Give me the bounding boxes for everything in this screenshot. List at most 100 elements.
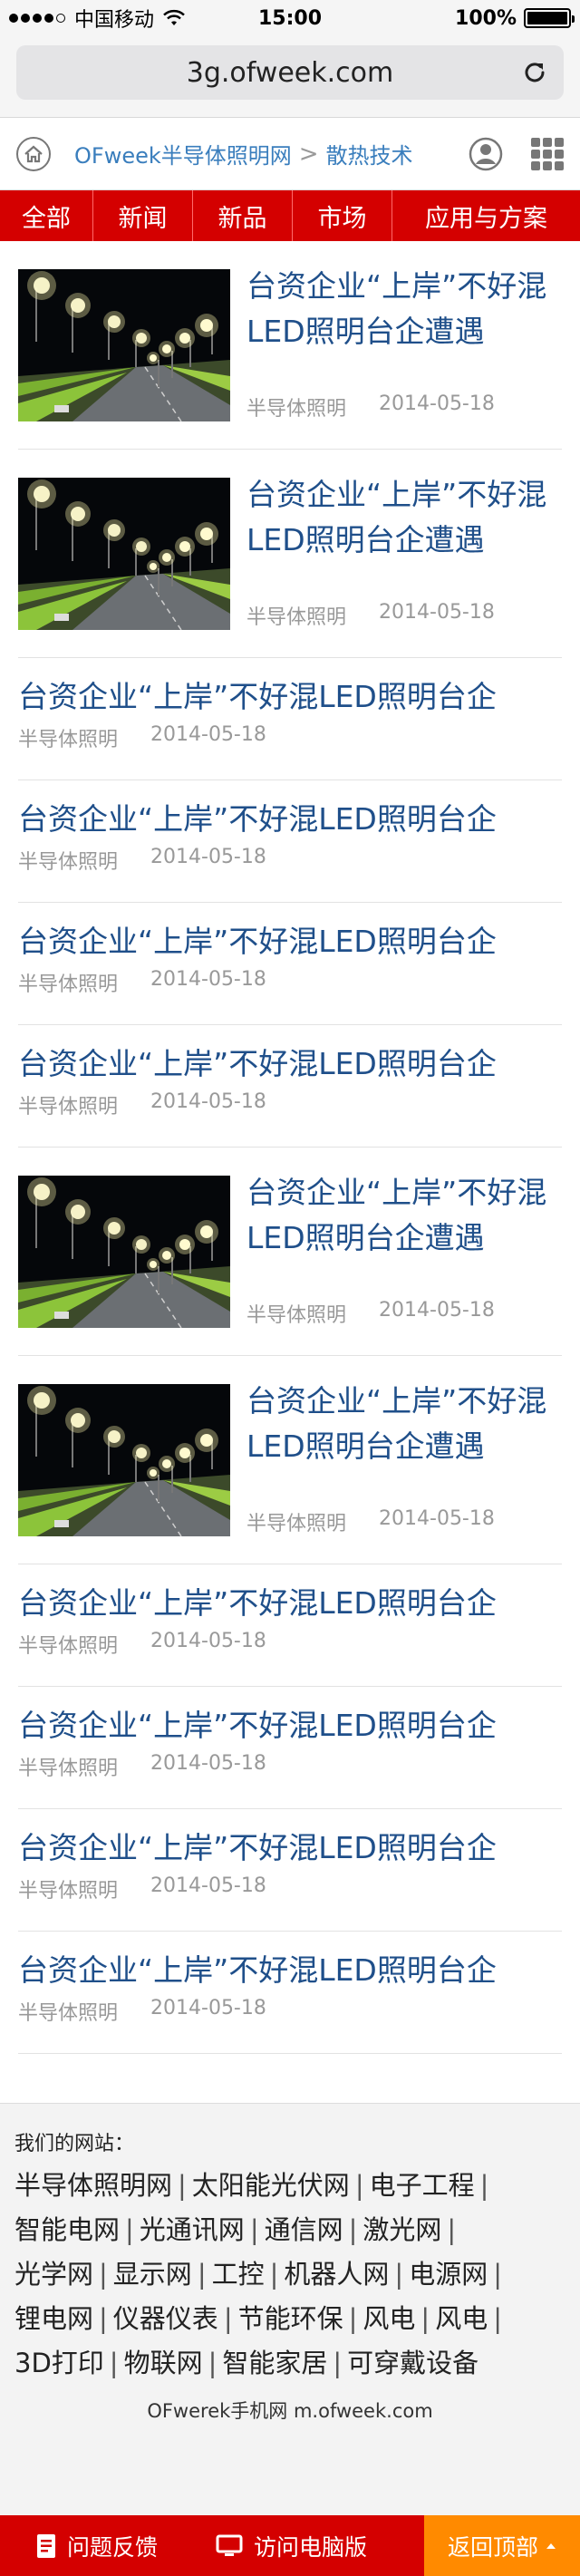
footer-site-link[interactable]: 智能电网 [14, 2214, 120, 2245]
article-category: 半导体照明 [18, 851, 119, 874]
footer-site-link[interactable]: 半导体照明网 [14, 2170, 172, 2201]
list-item[interactable]: 台资企业“上岸”不好混LED照明台企 半导体照明 2014-05-18 [18, 1932, 562, 2054]
article-title[interactable]: 台资企业“上岸”不好混LED照明台企 [18, 1948, 562, 1993]
reload-icon[interactable] [520, 58, 549, 87]
list-item[interactable]: 台资企业“上岸”不好混LED照明台企遭遇 半导体照明 2014-05-18 [18, 241, 562, 450]
article-date: 2014-05-18 [150, 1630, 266, 1652]
breadcrumb-separator: > [298, 140, 319, 168]
footer-site-link[interactable]: 智能家居 [222, 2348, 327, 2378]
list-item[interactable]: 台资企业“上岸”不好混LED照明台企 半导体照明 2014-05-18 [18, 780, 562, 903]
article-thumbnail[interactable] [18, 1383, 230, 1536]
site-header: OFweek半导体照明网 > 散热技术 [0, 118, 580, 190]
article-thumbnail[interactable] [18, 268, 230, 421]
footer-site-link[interactable]: 锂电网 [14, 2303, 93, 2334]
article-thumbnail[interactable] [18, 1175, 230, 1328]
article-date: 2014-05-18 [150, 1997, 266, 2019]
footer-site-link[interactable]: 可穿戴设备 [347, 2348, 478, 2378]
article-title[interactable]: 台资企业“上岸”不好混LED照明台企 [18, 1825, 562, 1871]
back-to-top-button[interactable]: 返回顶部 [424, 2515, 580, 2576]
article-date: 2014-05-18 [379, 1298, 495, 1322]
footer-divider: | [493, 2303, 502, 2334]
footer-site-link[interactable]: 物联网 [124, 2348, 203, 2378]
url-text: 3g.ofweek.com [186, 56, 394, 89]
tab-new-products[interactable]: 新品 [193, 190, 293, 241]
footer-site-link[interactable]: 仪器仪表 [113, 2303, 218, 2334]
article-date: 2014-05-18 [150, 846, 266, 868]
tab-market[interactable]: 市场 [293, 190, 392, 241]
article-title[interactable]: 台资企业“上岸”不好混LED照明台企 [18, 1041, 562, 1087]
footer-divider: | [99, 2303, 108, 2334]
article-date: 2014-05-18 [150, 723, 266, 746]
list-item[interactable]: 台资企业“上岸”不好混LED照明台企遭遇 半导体照明 2014-05-18 [18, 450, 562, 658]
article-date: 2014-05-18 [150, 1752, 266, 1775]
tab-applications[interactable]: 应用与方案 [392, 190, 580, 241]
list-item[interactable]: 台资企业“上岸”不好混LED照明台企遭遇 半导体照明 2014-05-18 [18, 1356, 562, 1564]
footer-divider: | [354, 2170, 364, 2201]
footer-site-link[interactable]: 节能环保 [238, 2303, 343, 2334]
article-title[interactable]: 台资企业“上岸”不好混LED照明台企遭遇 [246, 472, 562, 563]
footer-site-link[interactable]: 电源网 [409, 2259, 488, 2290]
tab-news[interactable]: 新闻 [93, 190, 193, 241]
desktop-version-button[interactable]: 访问电脑版 [158, 2515, 367, 2576]
footer: 我们的网站： 半导体照明网 | 太阳能光伏网 | 电子工程 | 智能电网 | 光通讯网 | 通信网 |… [0, 2103, 580, 2515]
list-item[interactable]: 台资企业“上岸”不好混LED照明台企 半导体照明 2014-05-18 [18, 903, 562, 1025]
menu-grid-icon[interactable] [531, 137, 564, 170]
footer-divider: | [493, 2259, 502, 2290]
user-icon[interactable] [468, 136, 504, 172]
article-date: 2014-05-18 [379, 392, 495, 415]
article-title[interactable]: 台资企业“上岸”不好混LED照明台企 [18, 1581, 562, 1626]
footer-site-link[interactable]: 电子工程 [370, 2170, 475, 2201]
footer-site-link[interactable]: 太阳能光伏网 [192, 2170, 350, 2201]
footer-divider: | [223, 2303, 233, 2334]
article-title[interactable]: 台资企业“上岸”不好混LED照明台企遭遇 [246, 1379, 562, 1469]
list-item[interactable]: 台资企业“上岸”不好混LED照明台企遭遇 半导体照明 2014-05-18 [18, 1148, 562, 1356]
article-category: 半导体照明 [246, 1303, 347, 1327]
list-item[interactable]: 台资企业“上岸”不好混LED照明台企 半导体照明 2014-05-18 [18, 1687, 562, 1809]
footer-site-link[interactable]: 机器人网 [284, 2259, 389, 2290]
footer-divider: | [109, 2348, 119, 2378]
breadcrumb-site[interactable]: OFweek半导体照明网 [74, 138, 292, 169]
footer-divider: | [394, 2259, 404, 2290]
footer-site-link[interactable]: 显示网 [113, 2259, 192, 2290]
footer-site-link[interactable]: 光通讯网 [140, 2214, 245, 2245]
list-item[interactable]: 台资企业“上岸”不好混LED照明台企 半导体照明 2014-05-18 [18, 658, 562, 780]
article-thumbnail[interactable] [18, 477, 230, 630]
footer-site-link[interactable]: 光学网 [14, 2259, 93, 2290]
footer-divider: | [99, 2259, 108, 2290]
footer-divider: | [333, 2348, 343, 2378]
article-title[interactable]: 台资企业“上岸”不好混LED照明台企 [18, 919, 562, 964]
mobile-site-text[interactable]: OFwerek手机网 m.ofweek.com [14, 2397, 566, 2424]
footer-divider: | [197, 2259, 207, 2290]
footer-site-link[interactable]: 通信网 [265, 2214, 343, 2245]
footer-divider: | [479, 2170, 489, 2201]
article-category: 半导体照明 [18, 1096, 119, 1119]
document-icon [37, 2533, 55, 2558]
footer-site-link[interactable]: 风电 [362, 2303, 415, 2334]
article-title[interactable]: 台资企业“上岸”不好混LED照明台企遭遇 [246, 1170, 562, 1261]
feedback-button[interactable]: 问题反馈 [0, 2515, 158, 2576]
list-item[interactable]: 台资企业“上岸”不好混LED照明台企 半导体照明 2014-05-18 [18, 1809, 562, 1932]
footer-site-link[interactable]: 激光网 [362, 2214, 441, 2245]
footer-site-link[interactable]: 风电 [435, 2303, 488, 2334]
caret-up-icon [546, 2542, 556, 2549]
list-item[interactable]: 台资企业“上岸”不好混LED照明台企 半导体照明 2014-05-18 [18, 1025, 562, 1148]
article-title[interactable]: 台资企业“上岸”不好混LED照明台企 [18, 674, 562, 720]
tab-all[interactable]: 全部 [0, 190, 93, 241]
article-title[interactable]: 台资企业“上岸”不好混LED照明台企 [18, 797, 562, 842]
footer-site-link[interactable]: 工控 [212, 2259, 265, 2290]
article-title[interactable]: 台资企业“上岸”不好混LED照明台企 [18, 1703, 562, 1748]
monitor-icon [216, 2534, 243, 2556]
desktop-version-label: 访问电脑版 [254, 2533, 368, 2561]
article-category: 半导体照明 [18, 973, 119, 996]
category-nav: 全部 新闻 新品 市场 应用与方案 [0, 190, 580, 241]
article-category: 半导体照明 [18, 2002, 119, 2025]
article-title[interactable]: 台资企业“上岸”不好混LED照明台企遭遇 [246, 264, 562, 354]
breadcrumb: OFweek半导体照明网 > 散热技术 [74, 138, 413, 169]
list-item[interactable]: 台资企业“上岸”不好混LED照明台企 半导体照明 2014-05-18 [18, 1564, 562, 1687]
article-category: 半导体照明 [246, 605, 347, 629]
address-bar[interactable]: 3g.ofweek.com [16, 45, 564, 100]
footer-site-link[interactable]: 3D打印 [14, 2348, 104, 2378]
home-icon[interactable] [16, 136, 51, 171]
breadcrumb-section[interactable]: 散热技术 [326, 138, 413, 169]
carrier-label: 中国移动 [74, 9, 155, 32]
